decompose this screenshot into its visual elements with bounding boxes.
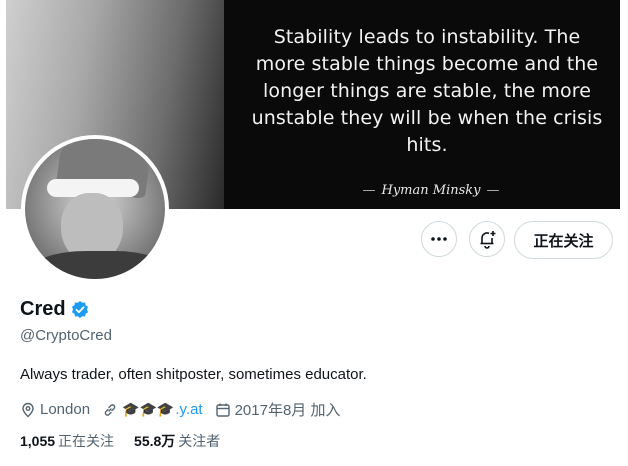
more-horizontal-icon: [431, 237, 447, 241]
location: London: [20, 401, 90, 418]
quote-line: unstable they will be when the crisis: [251, 107, 603, 129]
quote-line: Stability leads to instability. The: [273, 26, 581, 48]
following-count: 1,055: [20, 433, 56, 449]
user-handle: @CryptoCred: [20, 327, 112, 344]
display-name: Cred: [20, 298, 66, 320]
calendar-icon: [215, 403, 230, 417]
profile-link[interactable]: 🎓🎓🎓 .y.at: [102, 401, 203, 418]
location-pin-icon: [22, 402, 34, 417]
following-label: 正在关注: [58, 433, 115, 449]
following-button[interactable]: 正在关注: [514, 221, 613, 259]
quote-line: hits.: [406, 134, 448, 156]
follow-stats: 1,055 正在关注 55.8万 关注者: [20, 431, 240, 451]
followers-count: 55.8万: [134, 433, 176, 449]
banner-quote: Stability leads to instability. The more…: [246, 24, 608, 159]
bio-text: Always trader, often shitposter, sometim…: [20, 366, 367, 383]
followers-label: 关注者: [178, 433, 221, 449]
avatar-body: [35, 251, 165, 279]
followers-stat[interactable]: 55.8万 关注者: [134, 431, 220, 451]
name-row: Cred: [20, 298, 90, 321]
avatar[interactable]: [21, 135, 169, 283]
quote-attribution: — Hyman Minsky —: [362, 183, 500, 198]
join-date: 2017年8月 加入: [215, 399, 341, 420]
location-text: London: [40, 401, 91, 418]
quote-line: longer things are stable, the more: [262, 80, 592, 102]
verified-badge-icon[interactable]: [70, 300, 90, 320]
bell-plus-icon: [480, 231, 496, 249]
more-button[interactable]: [421, 221, 457, 257]
link-text[interactable]: .y.at: [175, 401, 202, 418]
following-stat[interactable]: 1,055 正在关注: [20, 431, 114, 451]
quote-line: more stable things become and the: [255, 53, 599, 75]
graduation-cap-emoji: 🎓🎓🎓: [122, 401, 175, 417]
notifications-button[interactable]: [469, 221, 505, 257]
profile-meta: London 🎓🎓🎓 .y.at 2017年8月 加入: [20, 399, 352, 420]
link-icon: [104, 403, 116, 416]
join-date-text: 2017年8月 加入: [234, 402, 341, 419]
